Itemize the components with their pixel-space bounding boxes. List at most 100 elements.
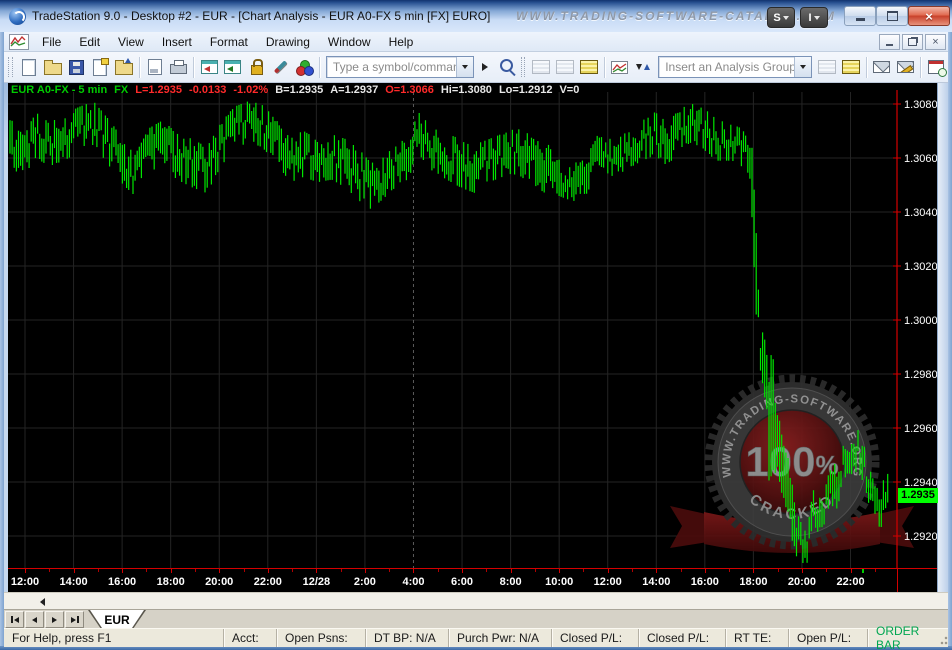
analysis-group-combobox[interactable]: Insert an Analysis Group bbox=[658, 56, 812, 78]
insert-analysis-button[interactable] bbox=[839, 55, 863, 79]
x-axis-tick bbox=[171, 569, 172, 573]
order-bar-toggle[interactable]: ORDER BAR bbox=[867, 629, 938, 647]
tab-last-button[interactable] bbox=[65, 611, 84, 628]
tab-label: EUR bbox=[88, 610, 146, 629]
open-workspace-button[interactable] bbox=[41, 55, 65, 79]
x-axis-minor-tick bbox=[341, 569, 342, 572]
horizontal-scrollbar[interactable] bbox=[4, 592, 948, 610]
app-logo-icon bbox=[9, 8, 26, 25]
x-axis-tick bbox=[268, 569, 269, 573]
chart-analysis-button[interactable] bbox=[608, 55, 632, 79]
style-button[interactable] bbox=[268, 55, 292, 79]
minimize-button[interactable] bbox=[844, 6, 876, 26]
tab-first-button[interactable] bbox=[5, 611, 24, 628]
chart-status-line: EUR A0-FX - 5 minFXL=1.2935-0.0133-1.02%… bbox=[11, 84, 586, 96]
s-menu-button[interactable]: S bbox=[767, 7, 795, 28]
mdi-close-button[interactable]: × bbox=[925, 34, 946, 50]
y-axis-label: 1.3060 bbox=[904, 153, 937, 165]
forward-window-button[interactable] bbox=[221, 55, 245, 79]
status-field: Open Psns: bbox=[276, 629, 365, 647]
chart-child-icon[interactable] bbox=[9, 34, 29, 50]
x-axis-minor-tick bbox=[292, 569, 293, 572]
lock-icon bbox=[251, 65, 263, 75]
edit-window-button[interactable] bbox=[893, 55, 917, 79]
menu-items: FileEditViewInsertFormatDrawingWindowHel… bbox=[33, 33, 422, 51]
chevron-down-icon bbox=[814, 16, 820, 20]
close-button[interactable]: × bbox=[908, 6, 950, 26]
menu-item-edit[interactable]: Edit bbox=[70, 33, 109, 51]
x-axis-label: 18:00 bbox=[739, 576, 767, 588]
window-border bbox=[948, 0, 952, 650]
tab-prev-button[interactable] bbox=[25, 611, 44, 628]
x-axis-label: 4:00 bbox=[402, 576, 424, 588]
header-segment: A=1.2937 bbox=[330, 84, 378, 96]
toolbar-grip[interactable] bbox=[521, 57, 526, 77]
maximize-button[interactable] bbox=[876, 6, 908, 26]
sort-button[interactable] bbox=[631, 55, 655, 79]
back-window-icon bbox=[201, 60, 218, 74]
lock-button[interactable] bbox=[245, 55, 269, 79]
maximize-icon bbox=[887, 11, 898, 21]
x-axis-label: 16:00 bbox=[108, 576, 136, 588]
first-tab-icon bbox=[14, 617, 19, 623]
matrix-window-button[interactable] bbox=[553, 55, 577, 79]
toolbar-separator bbox=[866, 57, 867, 78]
mdi-restore-button[interactable] bbox=[902, 34, 923, 50]
radar-window-button[interactable] bbox=[577, 55, 601, 79]
x-axis-minor-tick bbox=[583, 569, 584, 572]
quote-window-button[interactable] bbox=[529, 55, 553, 79]
x-axis-minor-tick bbox=[146, 569, 147, 572]
toolbar-grip[interactable] bbox=[8, 57, 13, 77]
page-setup-button[interactable] bbox=[143, 55, 167, 79]
x-axis-label: 22:00 bbox=[836, 576, 864, 588]
menu-item-window[interactable]: Window bbox=[319, 33, 380, 51]
x-axis-label: 2:00 bbox=[354, 576, 376, 588]
i-menu-button[interactable]: I bbox=[800, 7, 828, 28]
save-all-button[interactable] bbox=[64, 55, 88, 79]
session-hours-button[interactable] bbox=[924, 55, 948, 79]
title-bar[interactable]: TradeStation 9.0 - Desktop #2 - EUR - [C… bbox=[0, 0, 952, 32]
close-workspace-button[interactable] bbox=[112, 55, 136, 79]
x-axis-minor-tick bbox=[98, 569, 99, 572]
x-axis-minor-tick bbox=[632, 569, 633, 572]
x-axis-tick bbox=[656, 569, 657, 573]
radar-grid-icon bbox=[580, 60, 598, 74]
go-button[interactable] bbox=[477, 57, 493, 77]
time-axis[interactable]: 12:0014:0016:0018:0020:0022:0012/282:004… bbox=[4, 568, 937, 593]
x-axis-minor-tick bbox=[389, 569, 390, 572]
back-window-button[interactable] bbox=[197, 55, 221, 79]
colors-button[interactable] bbox=[292, 55, 316, 79]
header-segment: EUR A0-FX - 5 min bbox=[11, 84, 107, 96]
x-axis-minor-tick bbox=[486, 569, 487, 572]
chart-plot-area[interactable]: WWW.TRADING-SOFTWARE.ORG 100% CRACKED 1.… bbox=[4, 82, 937, 568]
dropdown-button[interactable] bbox=[456, 57, 473, 77]
print-button[interactable] bbox=[166, 55, 190, 79]
tradestation-window: TradeStation 9.0 - Desktop #2 - EUR - [C… bbox=[0, 0, 952, 650]
menu-item-view[interactable]: View bbox=[109, 33, 153, 51]
mdi-minimize-button[interactable] bbox=[879, 34, 900, 50]
menu-item-drawing[interactable]: Drawing bbox=[257, 33, 319, 51]
status-bar: For Help, press F1 Acct:Open Psns:DT BP:… bbox=[4, 628, 948, 647]
x-axis-label: 12:00 bbox=[594, 576, 622, 588]
status-field: Open P/L: bbox=[788, 629, 867, 647]
resize-grip[interactable] bbox=[938, 629, 948, 647]
menu-item-insert[interactable]: Insert bbox=[153, 33, 201, 51]
menu-item-help[interactable]: Help bbox=[380, 33, 423, 51]
tab-next-button[interactable] bbox=[45, 611, 64, 628]
format-analysis-button[interactable] bbox=[815, 55, 839, 79]
dropdown-button[interactable] bbox=[794, 57, 811, 77]
send-window-button[interactable] bbox=[870, 55, 894, 79]
x-axis-minor-tick bbox=[195, 569, 196, 572]
header-segment: FX bbox=[114, 84, 128, 96]
menu-item-format[interactable]: Format bbox=[201, 33, 257, 51]
menu-item-file[interactable]: File bbox=[33, 33, 70, 51]
header-segment: Lo=1.2912 bbox=[499, 84, 553, 96]
symbol-lookup-button[interactable] bbox=[493, 55, 517, 79]
symbol-combobox[interactable]: Type a symbol/command bbox=[326, 56, 474, 78]
new-page-button[interactable] bbox=[88, 55, 112, 79]
page-setup-icon bbox=[148, 59, 162, 75]
new-document-button[interactable] bbox=[17, 55, 41, 79]
workspace-tab-eur[interactable]: EUR bbox=[88, 610, 146, 629]
x-axis-minor-tick bbox=[681, 569, 682, 572]
header-segment: -0.0133 bbox=[189, 84, 226, 96]
